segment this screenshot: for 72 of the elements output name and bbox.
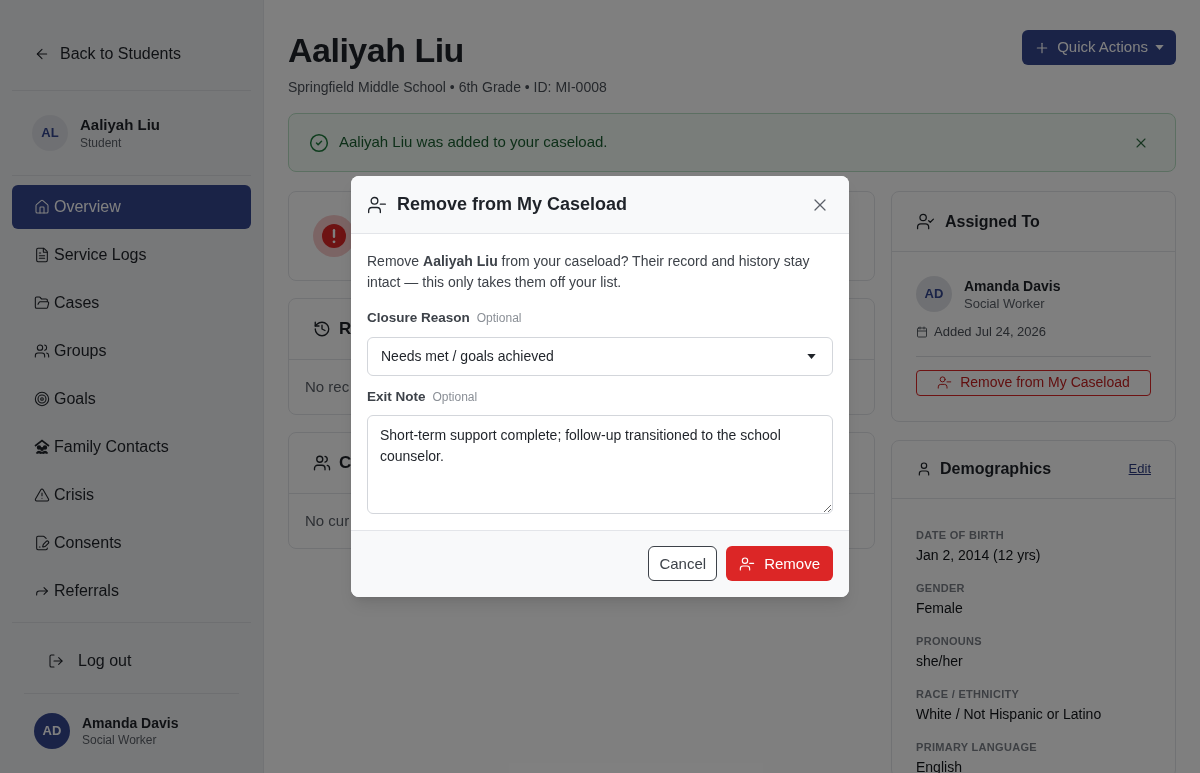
field-value: she/her (916, 651, 964, 671)
optional-hint: Optional (476, 310, 522, 328)
nav-item[interactable]: Consents (12, 521, 251, 565)
target-icon (34, 391, 50, 407)
user-minus-icon (367, 194, 387, 215)
user-avatar: AD (34, 713, 70, 749)
logout-icon (48, 653, 64, 669)
cancel-button[interactable]: Cancel (648, 546, 718, 582)
warning-icon (34, 487, 50, 503)
student-name: Aaliyah Liu (80, 115, 161, 135)
house-people-icon (34, 439, 50, 455)
alert-message: Aaliyah Liu was added to your caseload. (339, 132, 609, 153)
field-value: White / Not Hispanic or Latino (916, 704, 1103, 724)
section-title: C (339, 452, 352, 475)
remove-button[interactable]: Remove (726, 546, 833, 582)
history-icon (313, 320, 331, 338)
house-icon (34, 199, 50, 215)
assignee-role: Social Worker (964, 294, 1046, 312)
remove-from-caseload-button[interactable]: Remove from My Caseload (916, 369, 1151, 396)
caret-icon (807, 353, 816, 359)
nav-item[interactable]: Referrals (12, 569, 251, 613)
field-label: GENDER (916, 580, 966, 595)
dialog-message: Remove Aaliyah Liu from your caseload? Their record and history stay intact — this only takes them off your list. (367, 252, 811, 293)
user-name: Amanda Davis (82, 714, 179, 732)
signed-document-icon (34, 535, 50, 551)
nav-item[interactable]: Groups (12, 329, 251, 373)
user-minus-icon (937, 375, 953, 390)
field-label: Exit Note (367, 387, 426, 406)
user-check-icon (916, 212, 935, 231)
people-icon (313, 454, 331, 472)
field-value: Female (916, 598, 964, 618)
assignee-name: Amanda Davis (964, 276, 1061, 295)
edit-link[interactable]: Edit (1128, 459, 1151, 479)
exit-note-field[interactable]: Short-term support complete; follow-up transitioned to the school counselor. (367, 414, 833, 514)
field-label: PRONOUNS (916, 633, 983, 648)
nav-item[interactable]: Service Logs (12, 233, 251, 277)
field-label: DATE OF BIRTH (916, 527, 1006, 542)
page-subtitle: Springfield Middle School • 6th Grade • ID: MI-0008 (288, 78, 607, 97)
field-label: Closure Reason (367, 309, 470, 328)
caret-icon (1155, 45, 1164, 50)
field-label: RACE / ETHNICITY (916, 686, 1021, 701)
optional-hint: Optional (432, 388, 478, 406)
nav-item[interactable]: Cases (12, 281, 251, 325)
back-link[interactable]: Back to Students (12, 40, 251, 68)
section-title: R (339, 318, 352, 341)
card-title: Demographics (940, 459, 1053, 479)
logout-link[interactable]: Log out (24, 641, 239, 681)
field-label: PRIMARY LANGUAGE (916, 739, 1038, 754)
assignee-avatar: AD (916, 276, 952, 312)
check-circle-icon (309, 132, 329, 153)
nav-item[interactable]: Goals (12, 377, 251, 421)
quick-actions-button[interactable]: Quick Actions (1022, 30, 1176, 65)
nav-item[interactable]: Overview (12, 185, 251, 229)
page-title: Aaliyah Liu (288, 30, 465, 70)
nav-item[interactable]: Family Contacts (12, 425, 251, 469)
person-icon (916, 461, 932, 477)
added-date: Added Jul 24, 2026 (934, 323, 1047, 341)
calendar-icon (916, 325, 928, 338)
dialog-title: Remove from My Caseload (397, 193, 629, 217)
user-minus-icon (739, 555, 756, 572)
field-value: Jan 2, 2014 (12 yrs) (916, 545, 1042, 565)
closure-reason-select[interactable]: Needs met / goals achieved (367, 336, 833, 376)
empty-state-text: No cur (305, 510, 350, 531)
user-role: Social Worker (82, 732, 158, 748)
nav-item[interactable]: Crisis (12, 473, 251, 517)
student-role: Student (80, 135, 123, 151)
folder-icon (34, 295, 50, 311)
card-title: Assigned To (945, 211, 1040, 232)
empty-state-text: No rec (305, 376, 350, 397)
student-avatar: AL (32, 115, 68, 151)
people-icon (34, 343, 50, 359)
document-icon (34, 247, 50, 263)
